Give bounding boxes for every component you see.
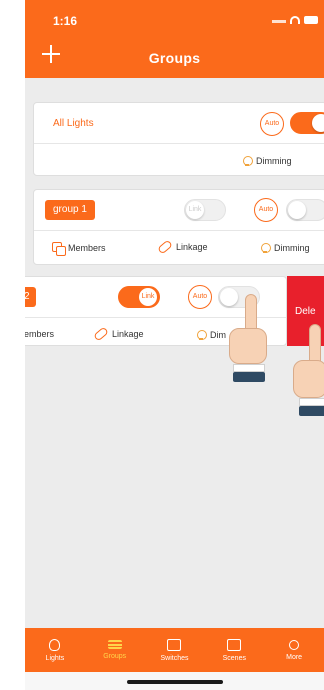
- tab-groups[interactable]: Groups: [85, 640, 145, 660]
- tab-label: Groups: [103, 653, 127, 660]
- tab-label: Switches: [160, 654, 189, 662]
- switch-icon: [167, 638, 182, 651]
- header: 1:16 Groups: [25, 0, 324, 78]
- status-icons: [272, 16, 318, 24]
- tab-bar: Lights Groups Switches Scenes More: [25, 628, 324, 672]
- linkage-label: Linkage: [176, 242, 208, 252]
- bulb-icon: [196, 329, 207, 341]
- link-label: Link: [139, 288, 157, 306]
- toggle-knob: [288, 201, 306, 219]
- all-lights-label: All Lights: [53, 118, 94, 129]
- sleeve: [233, 372, 265, 382]
- hand-pointer-icon: [287, 324, 324, 420]
- group2-members-button[interactable]: embers: [25, 329, 54, 339]
- group1-name-chip[interactable]: group 1: [45, 200, 95, 220]
- tab-lights[interactable]: Lights: [25, 638, 85, 662]
- battery-icon: [304, 16, 318, 24]
- share-icon: [289, 639, 300, 650]
- group1-card: group 1 Link Auto Members Linkage Dimmin…: [33, 189, 324, 265]
- group1-members-button[interactable]: Members: [52, 242, 106, 256]
- group2-name-chip[interactable]: 2: [25, 287, 36, 307]
- group1-auto-button[interactable]: Auto: [254, 198, 278, 222]
- linkage-label: Linkage: [112, 329, 144, 339]
- group1-power-toggle[interactable]: [286, 199, 324, 221]
- bulb-icon: [242, 155, 253, 167]
- wifi-icon: [290, 16, 300, 24]
- tab-label: Scenes: [222, 654, 246, 662]
- scene-icon: [227, 638, 242, 651]
- hand-pointer-icon: [215, 294, 275, 390]
- tab-scenes[interactable]: Scenes: [204, 638, 264, 662]
- groups-icon: [107, 640, 122, 649]
- home-indicator: [127, 680, 223, 684]
- status-time: 1:16: [53, 14, 78, 28]
- toggle-knob: [312, 114, 324, 132]
- auto-button[interactable]: Auto: [260, 112, 284, 136]
- sleeve: [299, 406, 324, 416]
- dimming-label: Dimming: [256, 156, 292, 166]
- cuff: [299, 398, 324, 406]
- app-frame: 1:16 Groups All Lights Auto Dimming grou…: [25, 0, 324, 690]
- link-icon: [93, 326, 109, 342]
- group1-link-toggle[interactable]: Link: [184, 199, 226, 221]
- group2-link-toggle[interactable]: Link: [118, 286, 160, 308]
- dimming-label: Dimming: [274, 243, 310, 253]
- tab-more[interactable]: More: [264, 639, 324, 661]
- members-label: embers: [25, 329, 55, 339]
- signal-icon: [272, 17, 286, 23]
- tab-label: Lights: [45, 654, 65, 662]
- all-lights-card: All Lights Auto Dimming: [33, 102, 324, 176]
- members-label: Members: [68, 243, 106, 253]
- group2-auto-button[interactable]: Auto: [188, 285, 212, 309]
- group2-linkage-button[interactable]: Linkage: [93, 326, 144, 342]
- palm: [293, 360, 324, 398]
- link-label: Link: [186, 201, 204, 219]
- divider: [34, 143, 324, 144]
- members-icon: [52, 242, 66, 256]
- tab-label: More: [286, 653, 303, 661]
- bulb-icon: [49, 638, 61, 651]
- divider: [34, 230, 324, 231]
- dimming-button[interactable]: Dimming: [242, 155, 292, 167]
- bulb-icon: [260, 242, 271, 254]
- link-icon: [157, 239, 173, 255]
- group1-linkage-button[interactable]: Linkage: [157, 239, 208, 255]
- group1-dimming-button[interactable]: Dimming: [260, 242, 310, 254]
- palm: [229, 328, 267, 364]
- page-title: Groups: [148, 50, 201, 66]
- cuff: [233, 364, 265, 372]
- all-lights-power-toggle[interactable]: [290, 112, 324, 134]
- tab-switches[interactable]: Switches: [145, 638, 205, 662]
